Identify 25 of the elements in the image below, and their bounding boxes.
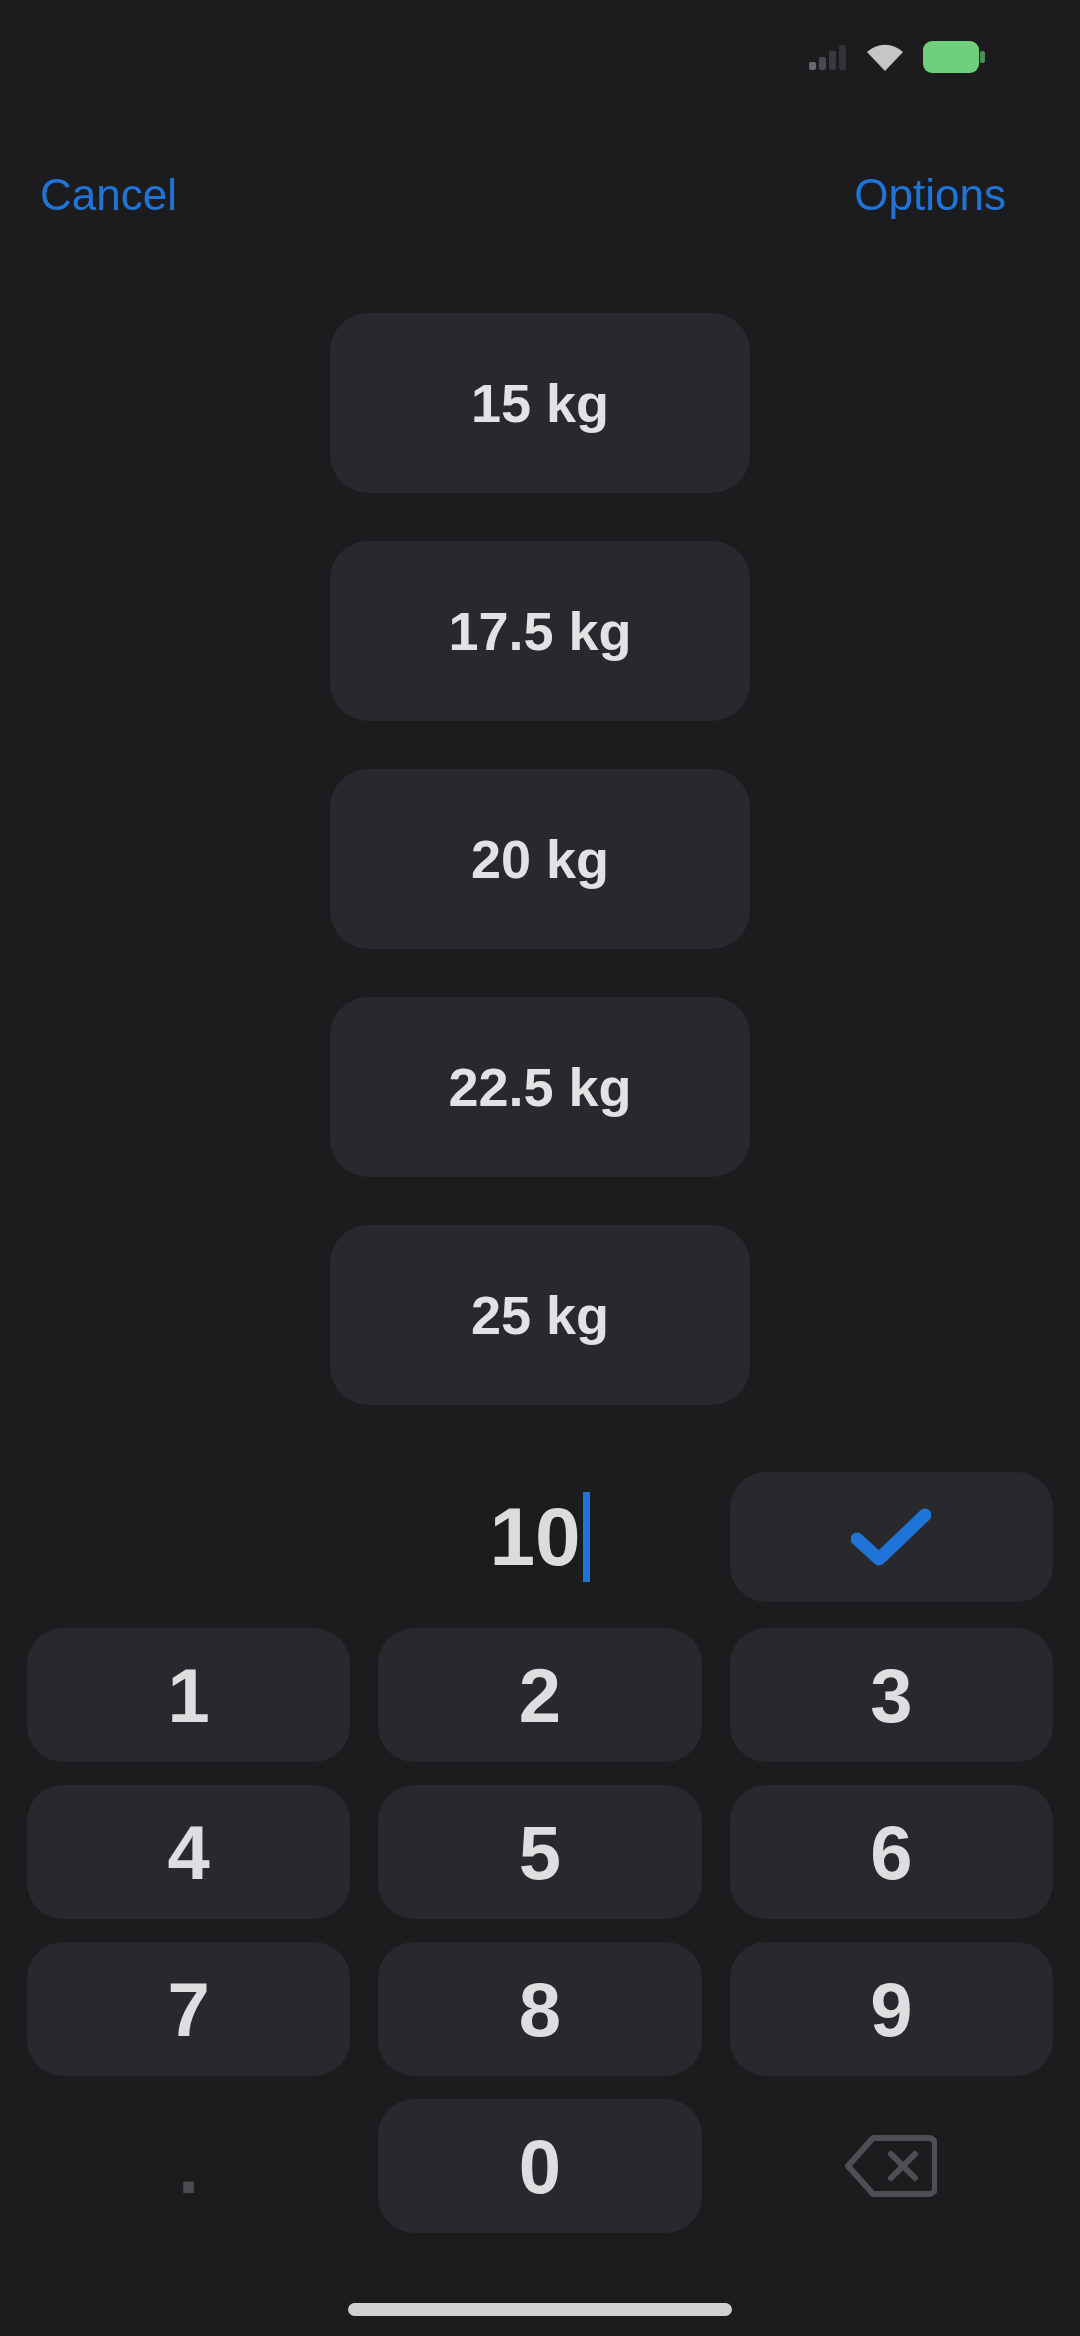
keypad-key[interactable]: 8 bbox=[378, 1942, 702, 2076]
keypad-key[interactable]: 7 bbox=[27, 1942, 351, 2076]
keypad-key[interactable]: 5 bbox=[378, 1785, 702, 1919]
keypad-key[interactable]: 3 bbox=[729, 1628, 1053, 1762]
weight-option-button[interactable]: 17.5 kg bbox=[330, 541, 750, 721]
confirm-button[interactable] bbox=[729, 1472, 1053, 1602]
weight-option-button[interactable]: 15 kg bbox=[330, 313, 750, 493]
battery-icon bbox=[923, 41, 985, 73]
weight-option-button[interactable]: 22.5 kg bbox=[330, 997, 750, 1177]
keypad-key[interactable]: 6 bbox=[729, 1785, 1053, 1919]
keypad-key[interactable]: 2 bbox=[378, 1628, 702, 1762]
backspace-icon bbox=[845, 2135, 938, 2197]
options-button[interactable]: Options bbox=[854, 170, 1006, 220]
weight-option-button[interactable]: 20 kg bbox=[330, 769, 750, 949]
wifi-icon bbox=[867, 43, 903, 71]
keypad-key[interactable]: 0 bbox=[378, 2099, 702, 2233]
weight-option-button[interactable]: 25 kg bbox=[330, 1225, 750, 1405]
checkmark-icon bbox=[851, 1507, 932, 1567]
keypad-key[interactable]: 9 bbox=[729, 1942, 1053, 2076]
weight-input-field[interactable]: 10 bbox=[27, 1472, 702, 1602]
signal-icon bbox=[809, 44, 847, 70]
text-cursor-icon bbox=[582, 1492, 590, 1582]
keypad-key[interactable]: 1 bbox=[27, 1628, 351, 1762]
keypad-key[interactable]: 4 bbox=[27, 1785, 351, 1919]
cancel-button[interactable]: Cancel bbox=[40, 170, 177, 220]
